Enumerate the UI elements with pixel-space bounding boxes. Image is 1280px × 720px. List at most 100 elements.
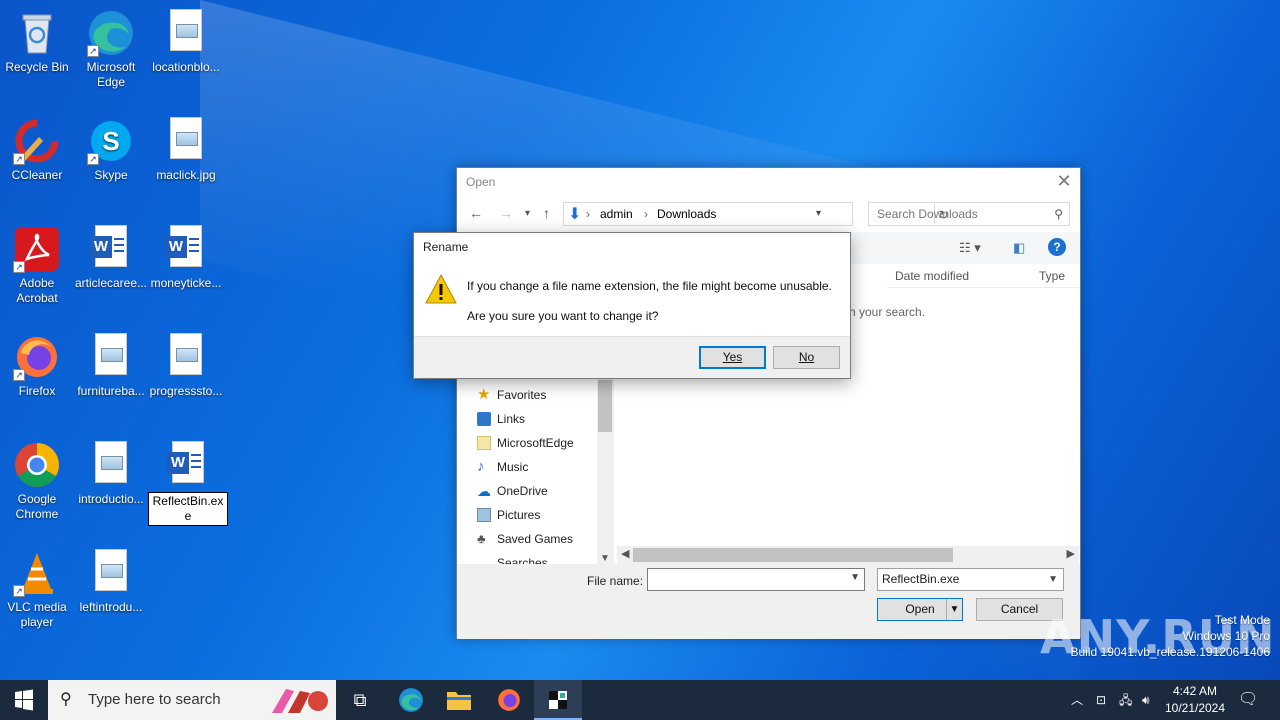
desktop-icon-adobe-acrobat[interactable]: ↗ Adobe Acrobat xyxy=(0,221,74,306)
desktop-icon-maclick[interactable]: maclick.jpg xyxy=(149,113,223,183)
start-button[interactable] xyxy=(0,680,48,720)
open-button[interactable]: Open ▼ xyxy=(877,598,963,621)
desktop-icon-introductio[interactable]: introductio... xyxy=(74,437,148,507)
rename-dialog-title: Rename xyxy=(423,240,469,254)
taskbar-search-box[interactable]: ⚲ Type here to search xyxy=(48,680,336,720)
show-hidden-icons-chevron-icon[interactable]: ︿ xyxy=(1071,680,1083,720)
volume-icon[interactable]: 🔊︎ xyxy=(1142,680,1150,720)
taskbar: ⚲ Type here to search ⧉ ︿ ⊡ 🖧 🔊︎ 4:42 AM… xyxy=(0,680,1280,720)
nav-item-music[interactable]: ♪ Music xyxy=(477,456,528,478)
taskbar-edge-icon[interactable] xyxy=(387,680,435,720)
desktop-icon-reflectbin[interactable]: W ReflectBin.exe xyxy=(148,437,228,526)
desktop-icon-skype[interactable]: S ↗ Skype xyxy=(74,113,148,183)
svg-text:S: S xyxy=(102,126,119,156)
desktop-icon-vlc[interactable]: ↗ VLC media player xyxy=(0,545,74,630)
folder-icon xyxy=(477,436,491,450)
up-arrow-icon[interactable]: ↑ xyxy=(543,205,550,221)
desktop-icon-google-chrome[interactable]: Google Chrome xyxy=(0,437,74,522)
search-icon: ⚲ xyxy=(60,691,72,708)
desktop-icon-ccleaner[interactable]: ↗ CCleaner xyxy=(0,113,74,183)
shortcut-arrow-icon: ↗ xyxy=(87,45,99,57)
word-document-icon: W xyxy=(164,441,212,489)
windows-edition-text: Windows 10 Pro xyxy=(1182,629,1270,643)
scroll-left-arrow-icon[interactable]: ◀ xyxy=(621,547,629,560)
close-icon[interactable]: ✕ xyxy=(1054,172,1074,192)
desktop-icon-progresssto[interactable]: progresssto... xyxy=(149,329,223,399)
preview-pane-icon[interactable]: ◧ xyxy=(1013,240,1025,256)
rename-warning-message: If you change a file name extension, the… xyxy=(467,279,832,293)
file-list-horizontal-scrollbar[interactable]: ◀ ▶ xyxy=(617,546,1079,564)
rename-confirm-question: Are you sure you want to change it? xyxy=(467,309,659,323)
cloud-icon: ☁ xyxy=(477,483,491,499)
scroll-right-arrow-icon[interactable]: ▶ xyxy=(1067,547,1075,560)
column-date-modified[interactable]: Date modified xyxy=(895,269,969,283)
scrollbar-thumb[interactable] xyxy=(598,380,612,432)
back-arrow-icon[interactable]: ← xyxy=(469,205,483,221)
scrollbar-thumb[interactable] xyxy=(633,548,953,562)
nav-item-searches[interactable]: ⚲Searches xyxy=(497,552,548,564)
open-split-chevron-icon[interactable]: ▼ xyxy=(946,599,962,620)
nav-item-onedrive[interactable]: ☁ OneDrive xyxy=(477,480,548,502)
desktop-icon-furnitureba[interactable]: furnitureba... xyxy=(74,329,148,399)
rename-dialog-footer: Yes No xyxy=(414,336,850,378)
column-type[interactable]: Type xyxy=(1039,269,1065,283)
image-file-icon xyxy=(87,441,135,489)
address-bar[interactable]: ⬇ › admin › Downloads ▾ ↻ xyxy=(563,202,949,226)
nav-item-saved-games[interactable]: ♣ Saved Games xyxy=(477,528,573,550)
nav-item-favorites[interactable]: ★ Favorites xyxy=(477,384,546,406)
nav-pane-scrollbar[interactable]: ▼ xyxy=(597,368,614,564)
clock-date: 10/21/2024 xyxy=(1164,701,1226,715)
star-icon: ★ xyxy=(477,386,491,403)
nav-item-microsoftedge[interactable]: MicrosoftEdge xyxy=(477,432,574,454)
taskbar-clock[interactable]: 4:42 AM 10/21/2024 xyxy=(1160,683,1230,717)
task-view-icon[interactable]: ⧉ xyxy=(336,680,384,720)
search-input[interactable]: Search Downloads ⚲ xyxy=(868,202,1070,226)
warning-icon xyxy=(424,273,458,305)
chevron-down-icon[interactable]: ▼ xyxy=(850,572,860,583)
yes-button[interactable]: Yes xyxy=(699,346,766,369)
desktop-icon-leftintrodu[interactable]: leftintrodu... xyxy=(74,545,148,615)
skype-icon: S ↗ xyxy=(87,117,135,165)
taskbar-search-placeholder: Type here to search xyxy=(88,691,221,708)
nav-item-pictures[interactable]: Pictures xyxy=(477,504,540,526)
file-name-input[interactable]: ▼ xyxy=(647,568,865,591)
gamepad-icon: ♣ xyxy=(477,531,486,546)
build-text: Build 19041.vb_release.191206-1406 xyxy=(1070,645,1271,659)
scroll-down-arrow-icon[interactable]: ▼ xyxy=(600,553,610,564)
desktop-icon-firefox[interactable]: ↗ Firefox xyxy=(0,329,74,399)
open-dialog-titlebar: Open ✕ xyxy=(457,168,1080,196)
network-icon[interactable]: 🖧 xyxy=(1119,680,1132,720)
no-button[interactable]: No xyxy=(773,346,840,369)
file-type-select[interactable]: ReflectBin.exe ▼ xyxy=(877,568,1064,591)
vlc-icon: ↗ xyxy=(13,549,61,597)
empty-search-message: h your search. xyxy=(849,305,926,319)
image-file-icon xyxy=(87,549,135,597)
image-file-icon xyxy=(87,333,135,381)
word-document-icon: W xyxy=(87,225,135,273)
desktop-icon-articlecareer[interactable]: W articlecaree... xyxy=(74,221,148,291)
view-options-icon[interactable]: ☷ ▾ xyxy=(959,240,981,256)
desktop-icon-recycle-bin[interactable]: Recycle Bin xyxy=(0,5,74,75)
help-icon[interactable]: ? xyxy=(1048,238,1066,256)
taskbar-firefox-icon[interactable] xyxy=(485,680,533,720)
desktop-icon-locationblo[interactable]: locationblo... xyxy=(149,5,223,75)
taskbar-file-explorer-icon[interactable] xyxy=(435,680,483,720)
breadcrumb-admin[interactable]: admin xyxy=(600,203,633,225)
device-icon[interactable]: ⊡ xyxy=(1096,680,1106,720)
windows-logo-icon xyxy=(15,689,33,711)
links-icon xyxy=(477,412,491,426)
taskbar-active-app-icon[interactable] xyxy=(534,680,582,720)
desktop-icon-microsoft-edge[interactable]: ↗ Microsoft Edge xyxy=(74,5,148,90)
rename-textbox[interactable]: ReflectBin.exe xyxy=(148,492,228,526)
breadcrumb-downloads[interactable]: Downloads xyxy=(657,203,716,225)
search-icon: ⚲ xyxy=(1054,207,1063,221)
forward-arrow-icon[interactable]: → xyxy=(499,205,513,221)
nav-item-links[interactable]: Links xyxy=(477,408,525,430)
address-dropdown-icon[interactable]: ▾ xyxy=(816,203,821,225)
notifications-icon[interactable]: 🗨︎ xyxy=(1238,680,1258,720)
open-dialog-title: Open xyxy=(466,175,496,189)
recent-locations-chevron-icon[interactable]: ▾ xyxy=(525,208,530,219)
chevron-down-icon: ▼ xyxy=(1048,574,1058,585)
file-name-label: File name: xyxy=(587,574,644,588)
desktop-icon-moneyticke[interactable]: W moneyticke... xyxy=(149,221,223,291)
